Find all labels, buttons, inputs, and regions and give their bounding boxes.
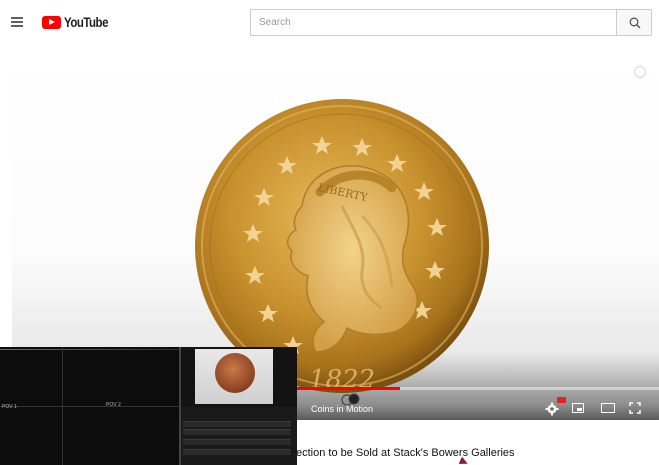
hd-badge — [557, 397, 566, 403]
search-input[interactable] — [251, 10, 616, 35]
youtube-logo[interactable]: YouTube — [42, 13, 118, 31]
inset-row — [183, 449, 291, 455]
info-icon[interactable] — [634, 66, 646, 78]
search-button[interactable] — [616, 9, 652, 36]
watermark-text: Coins in Motion — [311, 404, 374, 414]
settings-icon[interactable] — [545, 402, 559, 416]
inset-label-pov2: POV 2 — [106, 402, 121, 408]
inset-lower-panel — [181, 407, 297, 465]
inset-label-pov1: POV 1 — [2, 404, 17, 410]
inset-row — [183, 439, 291, 445]
masthead: YouTube — [0, 0, 659, 46]
youtube-logo-icon — [42, 15, 61, 29]
theater-icon[interactable] — [601, 403, 615, 413]
inset-video-overlay: POV 1 POV 2 — [0, 347, 297, 465]
coin-year: 1822 — [309, 365, 375, 395]
logo-text: YouTube — [64, 14, 108, 30]
miniplayer-icon[interactable] — [572, 403, 584, 413]
fullscreen-icon[interactable] — [629, 402, 641, 414]
search-icon — [629, 17, 641, 29]
channel-watermark[interactable]: Coins in Motion — [297, 393, 377, 417]
inset-divider — [0, 406, 180, 407]
inset-row — [183, 429, 291, 435]
inset-divider — [0, 349, 180, 350]
search-box[interactable] — [250, 9, 616, 36]
inset-coin-icon — [215, 353, 255, 393]
video-title[interactable]: ection to be Sold at Stack's Bowers Gall… — [296, 447, 515, 459]
menu-icon[interactable] — [11, 17, 23, 27]
inset-divider — [62, 347, 63, 465]
inset-row — [183, 421, 291, 427]
